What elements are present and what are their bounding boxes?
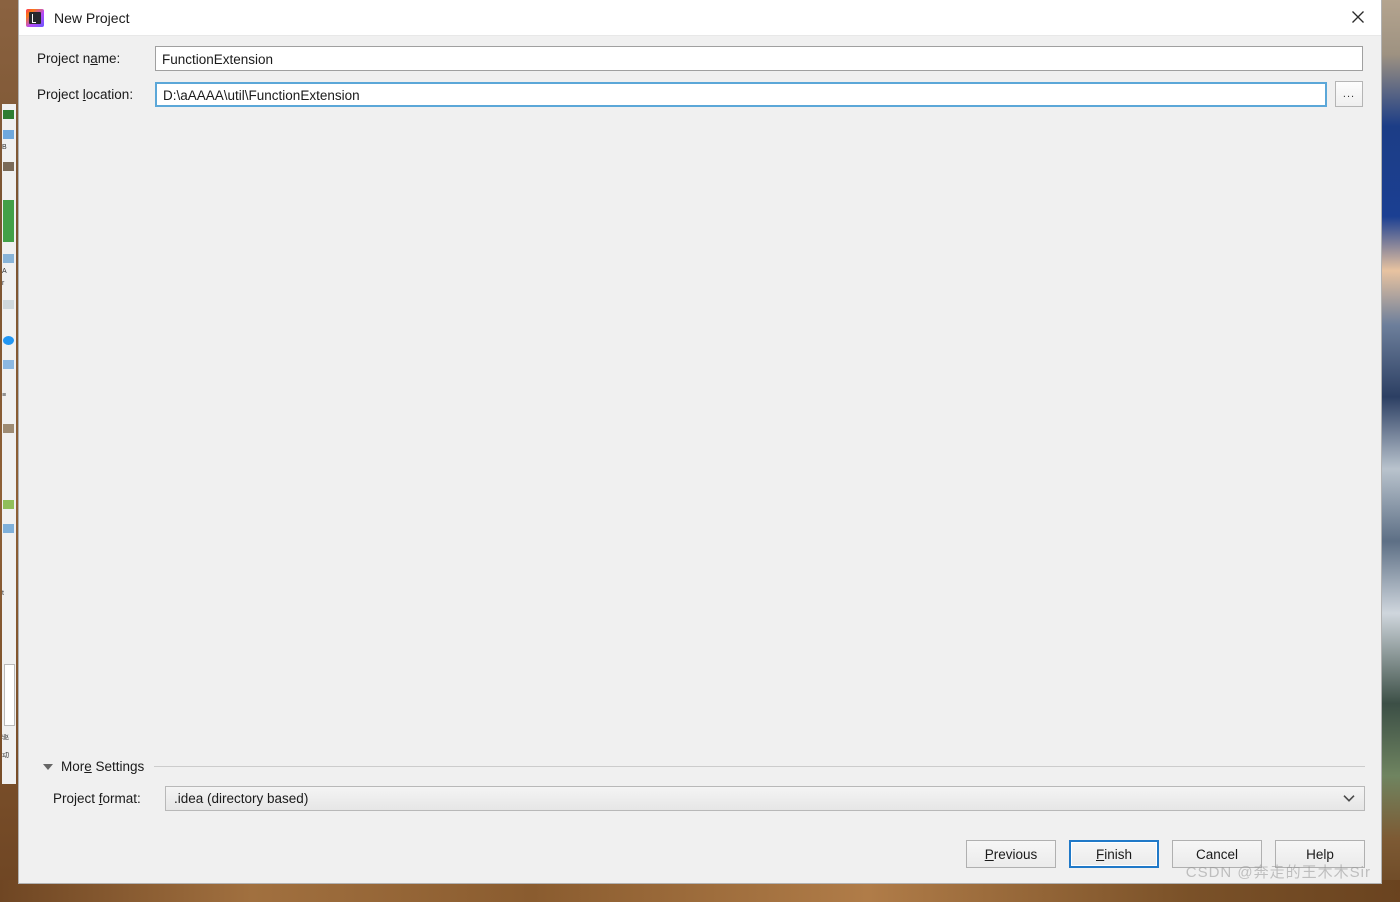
project-format-selected-value: .idea (directory based) <box>174 791 309 806</box>
cancel-button[interactable]: Cancel <box>1172 840 1262 868</box>
desktop-background: B A r ≡ t 驱 动 New Project Project name: … <box>0 0 1400 902</box>
more-settings-section-header[interactable]: More Settings <box>19 759 1381 774</box>
project-location-input[interactable]: D:\aAAAA\util\FunctionExtension <box>155 81 1327 107</box>
project-name-input[interactable]: FunctionExtension <box>155 46 1363 71</box>
browse-folder-button[interactable]: ... <box>1335 81 1363 107</box>
chevron-down-icon <box>1343 794 1355 802</box>
close-button[interactable] <box>1335 0 1381 34</box>
project-location-label: Project location: <box>37 86 134 102</box>
close-icon <box>1352 11 1364 23</box>
project-name-row: Project name: FunctionExtension <box>33 46 1363 71</box>
project-format-row: Project format: .idea (directory based) <box>19 786 1381 811</box>
triangle-down-icon <box>43 763 53 770</box>
more-settings-label: More Settings <box>61 759 145 774</box>
intellij-idea-icon <box>26 8 44 27</box>
new-project-dialog: New Project Project name: FunctionExtens… <box>18 0 1382 884</box>
finish-button[interactable]: Finish <box>1069 840 1159 868</box>
background-app-edge: B A r ≡ t 驱 动 <box>2 104 16 784</box>
project-form: Project name: FunctionExtension Project … <box>19 36 1381 117</box>
previous-button[interactable]: Previous <box>966 840 1056 868</box>
dialog-button-bar: Previous Finish Cancel Help CSDN @奔走的王木木… <box>19 825 1381 883</box>
background-window-left-sliver: B A r ≡ t 驱 动 <box>0 0 18 902</box>
desktop-wallpaper-right-sliver <box>1382 0 1400 902</box>
dialog-empty-content-area <box>19 117 1381 759</box>
project-name-label: Project name: <box>37 51 121 66</box>
project-format-select[interactable]: .idea (directory based) <box>165 786 1365 811</box>
dialog-title-bar: New Project <box>19 0 1381 36</box>
dialog-title: New Project <box>54 9 130 26</box>
project-format-label: Project format: <box>53 791 141 806</box>
help-button[interactable]: Help <box>1275 840 1365 868</box>
section-separator <box>154 766 1365 767</box>
project-location-row: Project location: D:\aAAAA\util\Function… <box>33 81 1363 107</box>
